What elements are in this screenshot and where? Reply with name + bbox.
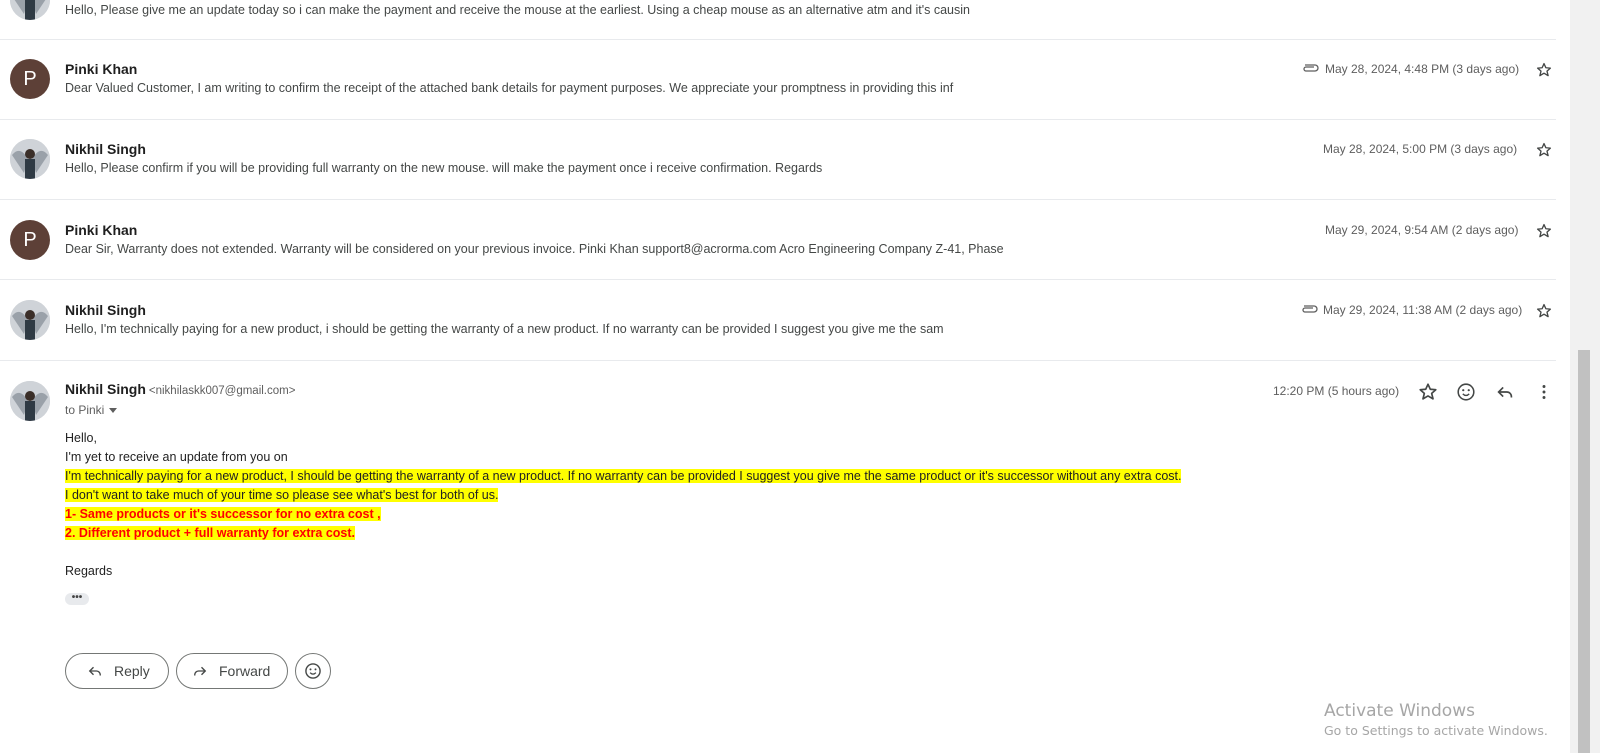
body-greeting: Hello, <box>65 431 97 445</box>
message-snippet: Dear Valued Customer, I am writing to co… <box>65 81 954 95</box>
sender-name: Pinki Khan <box>65 61 138 77</box>
emoji-reaction-icon[interactable] <box>1455 381 1477 403</box>
message-date: 12:20 PM (5 hours ago) <box>1273 384 1400 398</box>
sender-name: Pinki Khan <box>65 222 138 238</box>
body-option-1: 1- Same products or it's successor for n… <box>65 507 381 521</box>
more-options-icon[interactable] <box>1533 381 1555 403</box>
sender-avatar <box>10 381 50 421</box>
message-snippet: Dear Sir, Warranty does not extended. Wa… <box>65 242 1004 256</box>
option-text: 1- Same products or it's successor for n… <box>65 507 381 521</box>
message-snippet: Hello, I'm technically paying for a new … <box>65 322 944 336</box>
reply-icon[interactable] <box>1494 381 1516 403</box>
email-thread: Hello, Please give me an update today so… <box>0 0 1556 753</box>
option-text: 2. Different product + full warranty for… <box>65 526 355 540</box>
reply-icon <box>88 666 101 676</box>
message-snippet: Hello, Please give me an update today so… <box>65 3 970 17</box>
scroll-gutter <box>1556 0 1570 753</box>
forward-icon <box>194 666 207 676</box>
star-icon[interactable] <box>1535 61 1553 79</box>
forward-label: Forward <box>219 663 271 679</box>
highlighted-text: I don't want to take much of your time s… <box>65 488 499 502</box>
body-option-2: 2. Different product + full warranty for… <box>65 526 355 540</box>
sender-avatar <box>10 300 50 340</box>
sender-avatar <box>10 0 50 20</box>
body-line-highlighted: I don't want to take much of your time s… <box>65 488 499 502</box>
sender-name: Nikhil Singh <box>65 141 146 157</box>
reply-button[interactable]: Reply <box>65 653 169 689</box>
watermark-title: Activate Windows <box>1324 701 1475 721</box>
recipient-label: to Pinki <box>65 403 105 417</box>
activate-windows-watermark: Activate Windows Go to Settings to activ… <box>1324 701 1548 738</box>
collapsed-message[interactable]: P Pinki Khan Dear Valued Customer, I am … <box>0 40 1556 120</box>
sender-avatar: P <box>10 59 50 99</box>
message-date: May 29, 2024, 9:54 AM (2 days ago) <box>1325 223 1519 237</box>
expanded-message: Nikhil Singh <nikhilaskk007@gmail.com> to… <box>0 362 1556 753</box>
message-date: May 28, 2024, 4:48 PM (3 days ago) <box>1325 62 1520 76</box>
sender-avatar <box>10 139 50 179</box>
body-line-highlighted: I'm technically paying for a new product… <box>65 469 1182 483</box>
reply-label: Reply <box>114 663 150 679</box>
show-trimmed-content-button[interactable]: ••• <box>65 593 89 605</box>
collapsed-message[interactable]: Hello, Please give me an update today so… <box>0 0 1556 40</box>
sender-name: Nikhil Singh <nikhilaskk007@gmail.com> <box>65 381 295 397</box>
caret-down-icon <box>109 408 118 414</box>
watermark-subtitle: Go to Settings to activate Windows. <box>1324 723 1548 738</box>
message-date: May 28, 2024, 5:00 PM (3 days ago) <box>1323 142 1518 156</box>
message-snippet: Hello, Please confirm if you will be pro… <box>65 161 823 175</box>
message-date: May 29, 2024, 11:38 AM (2 days ago) <box>1323 303 1523 317</box>
star-icon[interactable] <box>1535 302 1553 320</box>
recipient-dropdown[interactable]: to Pinki <box>65 403 118 417</box>
emoji-reaction-button[interactable] <box>295 653 331 689</box>
scrollbar-thumb[interactable] <box>1578 350 1590 753</box>
star-icon[interactable] <box>1535 141 1553 159</box>
attachment-icon <box>1303 64 1319 72</box>
collapsed-message[interactable]: P Pinki Khan Dear Sir, Warranty does not… <box>0 200 1556 280</box>
body-closing: Regards <box>65 564 113 578</box>
sender-email: <nikhilaskk007@gmail.com> <box>148 385 296 397</box>
sender-display-name: Nikhil Singh <box>65 381 146 397</box>
collapsed-message[interactable]: Nikhil Singh Hello, Please confirm if yo… <box>0 120 1556 200</box>
attachment-icon <box>1302 305 1318 313</box>
sender-name: Nikhil Singh <box>65 302 146 318</box>
sender-avatar: P <box>10 220 50 260</box>
collapsed-message[interactable]: Nikhil Singh Hello, I'm technically payi… <box>0 281 1556 361</box>
forward-button[interactable]: Forward <box>176 653 288 689</box>
emoji-icon <box>305 663 321 679</box>
highlighted-text: I'm technically paying for a new product… <box>65 469 1182 483</box>
star-icon[interactable] <box>1535 222 1553 240</box>
body-line: I'm yet to receive an update from you on <box>65 450 288 464</box>
star-icon[interactable] <box>1417 381 1439 403</box>
